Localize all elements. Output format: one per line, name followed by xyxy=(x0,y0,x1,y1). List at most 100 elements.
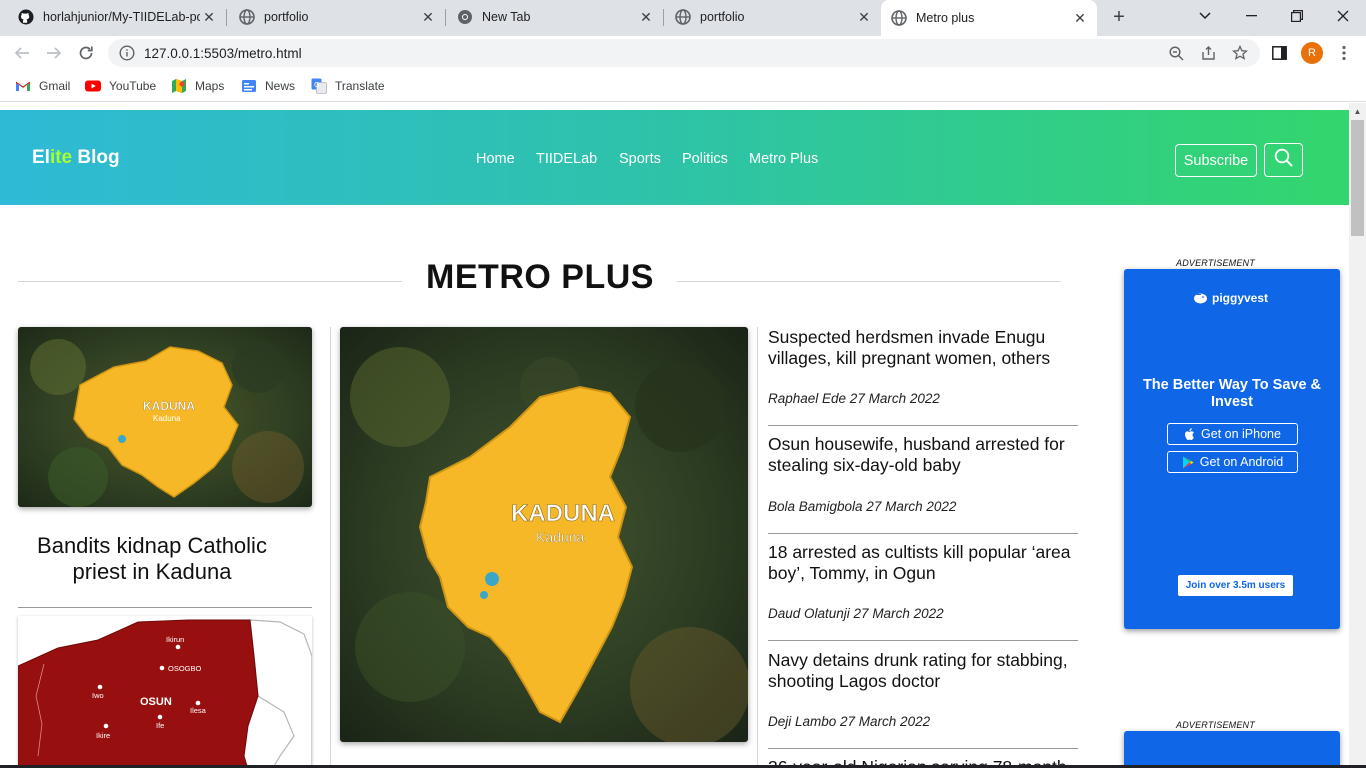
translate-icon: G xyxy=(311,78,327,94)
browser-tab[interactable]: horlahjunior/My-TIIDELab-po ✕ xyxy=(8,0,226,34)
close-icon[interactable]: ✕ xyxy=(200,8,218,26)
column-divider xyxy=(330,327,331,768)
minimize-icon[interactable] xyxy=(1228,0,1274,32)
new-tab-icon[interactable]: + xyxy=(1108,6,1130,28)
story-meta: Daud Olatunji 27 March 2022 xyxy=(768,606,944,621)
maps-icon xyxy=(171,78,187,94)
restore-icon[interactable] xyxy=(1274,0,1320,32)
side-panel-icon[interactable] xyxy=(1266,40,1292,66)
youtube-icon xyxy=(85,78,101,94)
apple-icon xyxy=(1184,427,1195,441)
nav-link-tiidelab[interactable]: TIIDELab xyxy=(536,151,597,167)
gmail-icon xyxy=(15,78,31,94)
scroll-up-icon[interactable]: ▲ xyxy=(1353,107,1362,116)
browser-tab[interactable]: New Tab ✕ xyxy=(447,0,663,34)
close-icon[interactable]: ✕ xyxy=(855,8,873,26)
browser-tab-active[interactable]: Metro plus ✕ xyxy=(881,0,1097,36)
address-bar[interactable]: 127.0.0.1:5503/metro.html xyxy=(108,39,1260,67)
search-button[interactable] xyxy=(1264,143,1303,177)
back-arrow-icon[interactable] xyxy=(9,40,35,66)
osun-state-label: OSUN xyxy=(140,696,172,708)
window-close-icon[interactable] xyxy=(1320,0,1366,32)
site-logo[interactable]: Elite Blog xyxy=(32,147,120,169)
story-divider xyxy=(768,533,1078,534)
nav-link-sports[interactable]: Sports xyxy=(619,151,661,167)
osun-town-label: Ikire xyxy=(96,731,110,740)
page-scrollbar[interactable]: ▲ xyxy=(1349,103,1366,768)
bookmark-translate[interactable]: G Translate xyxy=(311,76,385,96)
story-meta: Bola Bamigbola 27 March 2022 xyxy=(768,499,957,514)
bookmark-label: News xyxy=(265,79,296,93)
tab-title: New Tab xyxy=(482,10,531,24)
site-info-icon[interactable] xyxy=(118,44,136,62)
chevron-down-icon[interactable] xyxy=(1182,0,1228,32)
osun-map-thumbnail[interactable]: Ikirun OSOGBO Iwo Ilesa Ife Ikire OSUN xyxy=(18,616,312,768)
tab-separator xyxy=(445,9,446,26)
android-label: Get on Android xyxy=(1199,455,1284,469)
ad-label: ADVERTISEMENT xyxy=(1176,720,1255,730)
kaduna-map-sublabel: Kaduna xyxy=(153,414,181,423)
story-title[interactable]: 18 arrested as cultists kill popular ‘ar… xyxy=(768,542,1080,584)
chrome-icon xyxy=(457,9,473,25)
github-icon xyxy=(18,9,34,25)
story-item[interactable]: Osun housewife, husband arrested for ste… xyxy=(768,434,1080,524)
nav-link-home[interactable]: Home xyxy=(476,151,515,167)
subscribe-button[interactable]: Subscribe xyxy=(1175,144,1257,177)
kaduna-map-thumbnail[interactable]: KADUNA Kaduna xyxy=(18,327,312,507)
piggyvest-ad[interactable]: piggyvest The Better Way To Save & Inves… xyxy=(1124,269,1340,629)
page-viewport: Elite Blog Home TIIDELab Sports Politics… xyxy=(0,103,1349,768)
left-divider xyxy=(18,607,312,608)
profile-avatar[interactable]: R xyxy=(1301,42,1323,64)
section-rule xyxy=(677,281,1061,282)
bookmark-label: Maps xyxy=(195,79,225,93)
story-title[interactable]: Suspected herdsmen invade Enugu villages… xyxy=(768,327,1080,369)
close-icon[interactable]: ✕ xyxy=(419,8,437,26)
story-divider xyxy=(768,748,1078,749)
share-icon[interactable] xyxy=(1195,39,1221,67)
close-icon[interactable]: ✕ xyxy=(1071,9,1089,27)
nav-link-metro-plus[interactable]: Metro Plus xyxy=(749,151,818,167)
browser-tab[interactable]: portfolio ✕ xyxy=(665,0,881,34)
osun-town-label: OSOGBO xyxy=(168,664,202,673)
forward-arrow-icon[interactable] xyxy=(41,40,67,66)
bookmark-news[interactable]: News xyxy=(241,76,295,96)
piggyvest-ad-second[interactable] xyxy=(1124,731,1340,768)
story-item[interactable]: 18 arrested as cultists kill popular ‘ar… xyxy=(768,542,1080,632)
zoom-icon[interactable] xyxy=(1163,39,1189,67)
close-icon[interactable]: ✕ xyxy=(637,8,655,26)
globe-icon xyxy=(675,9,691,25)
reload-icon[interactable] xyxy=(73,40,99,66)
bookmark-youtube[interactable]: YouTube xyxy=(85,76,156,96)
kaduna-map-featured[interactable]: KADUNA Kaduna xyxy=(340,327,748,742)
osun-town-label: Ilesa xyxy=(190,706,207,715)
scrollbar-thumb[interactable] xyxy=(1351,120,1364,236)
get-on-iphone-button[interactable]: Get on iPhone xyxy=(1167,423,1298,445)
nav-link-politics[interactable]: Politics xyxy=(682,151,728,167)
browser-tab[interactable]: portfolio ✕ xyxy=(229,0,445,34)
bookmarks-bar: Gmail YouTube Maps News G Translate xyxy=(0,70,1366,102)
bookmark-star-icon[interactable] xyxy=(1227,39,1253,67)
tab-separator xyxy=(663,9,664,26)
section-rule xyxy=(18,281,402,282)
left-headline[interactable]: Bandits kidnap Catholic priest in Kaduna xyxy=(22,533,282,585)
join-users-button[interactable]: Join over 3.5m users xyxy=(1178,575,1293,596)
bookmark-maps[interactable]: Maps xyxy=(171,76,224,96)
piggy-icon xyxy=(1193,292,1208,304)
kaduna-map-label: KADUNA xyxy=(511,500,615,527)
kebab-menu-icon[interactable] xyxy=(1331,40,1357,66)
logo-text: El xyxy=(32,147,50,168)
browser-tab-strip: horlahjunior/My-TIIDELab-po ✕ portfolio … xyxy=(0,0,1366,36)
story-item[interactable]: Navy detains drunk rating for stabbing, … xyxy=(768,650,1080,740)
globe-icon xyxy=(891,10,907,26)
get-on-android-button[interactable]: Get on Android xyxy=(1167,451,1298,473)
story-divider xyxy=(768,425,1078,426)
story-title[interactable]: Navy detains drunk rating for stabbing, … xyxy=(768,650,1080,692)
story-item[interactable]: Suspected herdsmen invade Enugu villages… xyxy=(768,327,1080,417)
ad-tagline: The Better Way To Save & Invest xyxy=(1142,377,1322,410)
iphone-label: Get on iPhone xyxy=(1201,427,1281,441)
bookmark-gmail[interactable]: Gmail xyxy=(15,76,70,96)
tab-title: portfolio xyxy=(700,10,745,24)
story-title[interactable]: Osun housewife, husband arrested for ste… xyxy=(768,434,1080,476)
tab-title: Metro plus xyxy=(916,11,975,25)
site-header: Elite Blog Home TIIDELab Sports Politics… xyxy=(0,110,1349,205)
